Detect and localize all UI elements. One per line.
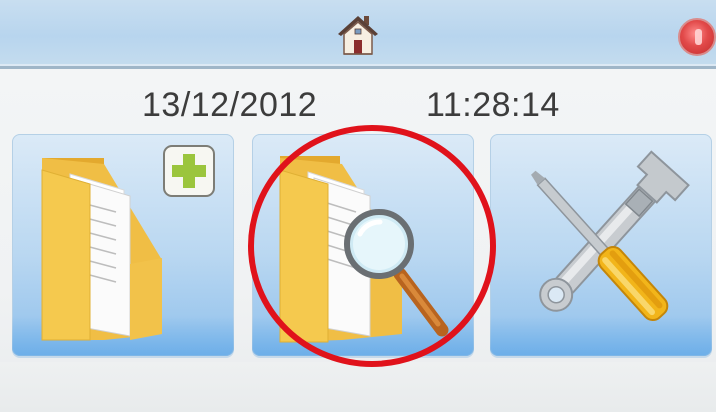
search-folder-tile[interactable] xyxy=(252,134,474,356)
tools-tile[interactable] xyxy=(490,134,712,356)
bottom-strip xyxy=(0,362,716,412)
time-display: 11:28:14 xyxy=(426,86,560,124)
new-folder-tile[interactable] xyxy=(12,134,234,356)
home-button[interactable] xyxy=(330,8,386,60)
datetime-bar: 13/12/2012 11:28:14 xyxy=(0,86,716,130)
folder-search-icon xyxy=(279,156,449,343)
house-icon xyxy=(338,16,378,55)
screen: 13/12/2012 11:28:14 xyxy=(0,0,716,412)
date-display: 13/12/2012 xyxy=(142,86,318,124)
power-icon xyxy=(695,29,702,45)
folder-add-icon xyxy=(41,145,215,341)
top-bar xyxy=(0,0,716,69)
power-button[interactable] xyxy=(678,18,716,56)
wrench-screwdriver-icon xyxy=(531,150,690,322)
